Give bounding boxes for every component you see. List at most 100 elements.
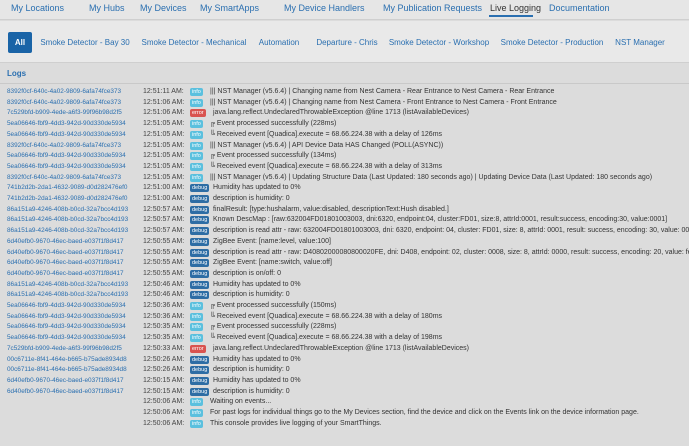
- log-device-id-link[interactable]: 00c6711e-8f41-464e-b665-b75ade8934d8: [7, 355, 127, 365]
- log-timestamp: 12:51:05 AM:: [143, 141, 185, 149]
- log-message: description is read attr - raw: 632004FD…: [213, 227, 689, 235]
- log-device-id-link[interactable]: 86a151a9-4246-408b-b0cd-32a7bcc4d193: [7, 226, 128, 236]
- log-timestamp: 12:50:35 AM:: [143, 334, 185, 342]
- log-timestamp: 12:50:26 AM:: [143, 355, 185, 363]
- log-device-id-link[interactable]: 86a151a9-4246-408b-b0cd-32a7bcc4d193: [7, 215, 128, 225]
- log-device-id-link[interactable]: 7c529bfd-b909-4ede-a6f3-99f96b98d2f5: [7, 344, 122, 354]
- log-level-badge: info: [190, 398, 203, 407]
- log-row: 12:50:06 AM: info Waiting on events...: [0, 397, 689, 407]
- log-device-id-link[interactable]: 00c6711e-8f41-464e-b665-b75ade8934d8: [7, 365, 127, 375]
- log-level-badge: debug: [190, 195, 210, 203]
- log-device-id-link[interactable]: 7c529bfd-b909-4ede-a6f3-99f96b98d2f5: [7, 108, 122, 118]
- log-device-id-link[interactable]: 5ea06646-fbf9-4dd3-942d-90d330de5934: [7, 312, 126, 322]
- log-device-id-link[interactable]: 5ea06646-fbf9-4dd3-942d-90d330de5934: [7, 333, 126, 343]
- log-device-id-link[interactable]: 6d40efb0-9670-46ec-baed-e037f1f8d417: [7, 387, 124, 397]
- log-timestamp: 12:51:06 AM:: [143, 109, 185, 117]
- log-level-badge: info: [190, 98, 203, 107]
- log-message: description is on/off: 0: [213, 269, 281, 277]
- log-device-id-link[interactable]: 8392f0cf-640c-4a02-9809-6afa74fce373: [7, 173, 121, 183]
- log-level-badge: info: [190, 162, 203, 171]
- log-device-id-link[interactable]: 8392f0cf-640c-4a02-9809-6afa74fce373: [7, 98, 121, 108]
- log-timestamp: 12:50:46 AM:: [143, 291, 185, 299]
- log-row: 6d40efb0-9670-46ec-baed-e037f1f8d417 12:5…: [0, 376, 689, 386]
- log-device-id-link[interactable]: 741b2d2b-2da1-4632-9089-d0d282476ef0: [7, 183, 127, 193]
- log-message: ╔ Event processed successfully (228ms): [210, 323, 337, 331]
- log-level-badge: info: [190, 152, 203, 161]
- log-device-id-link[interactable]: 86a151a9-4246-408b-b0cd-32a7bcc4d193: [7, 280, 128, 290]
- log-device-id-link[interactable]: 6d40efb0-9670-46ec-baed-e037f1f8d417: [7, 258, 124, 268]
- log-device-id-link[interactable]: 6d40efb0-9670-46ec-baed-e037f1f8d417: [7, 237, 124, 247]
- log-device-id-link[interactable]: 86a151a9-4246-408b-b0cd-32a7bcc4d193: [7, 205, 128, 215]
- log-device-id-link[interactable]: 5ea06646-fbf9-4dd3-942d-90d330de5934: [7, 162, 126, 172]
- log-message: This console provides live logging of yo…: [210, 419, 382, 427]
- nav-documentation[interactable]: Documentation: [549, 3, 610, 13]
- log-device-id-link[interactable]: 741b2d2b-2da1-4632-9089-d0d282476ef0: [7, 194, 127, 204]
- filter-smoke-detector-bay-30[interactable]: Smoke Detector - Bay 30: [40, 32, 130, 53]
- log-level-badge: debug: [190, 376, 210, 385]
- log-level-badge: debug: [190, 259, 210, 268]
- log-row: 6d40efb0-9670-46ec-baed-e037f1f8d417 12:5…: [0, 269, 689, 279]
- log-message: Humidity has updated to 0%: [213, 355, 301, 363]
- log-level-badge: info: [190, 419, 203, 428]
- log-device-id-link[interactable]: 5ea06646-fbf9-4dd3-942d-90d330de5934: [7, 301, 126, 311]
- nav-my-smartapps[interactable]: My SmartApps: [200, 3, 259, 13]
- filter-all[interactable]: All: [8, 32, 32, 53]
- log-device-id-link[interactable]: 5ea06646-fbf9-4dd3-942d-90d330de5934: [7, 151, 126, 161]
- log-message: java.lang.reflect.UndeclaredThrowableExc…: [213, 109, 469, 117]
- filter-smoke-detector-workshop[interactable]: Smoke Detector - Workshop: [388, 32, 490, 53]
- log-level-badge: info: [190, 409, 203, 417]
- log-device-id-link[interactable]: 86a151a9-4246-408b-b0cd-32a7bcc4d193: [7, 290, 128, 300]
- device-filter-bar: All Smoke Detector - Bay 30 Smoke Detect…: [0, 21, 689, 63]
- log-device-id-link[interactable]: 5ea06646-fbf9-4dd3-942d-90d330de5934: [7, 322, 126, 332]
- log-message: ╔ Event processed successfully (134ms): [210, 152, 337, 160]
- log-level-badge: debug: [190, 216, 210, 225]
- log-level-badge: error: [190, 344, 206, 353]
- log-timestamp: 12:51:05 AM:: [143, 173, 185, 181]
- log-timestamp: 12:50:33 AM:: [143, 344, 185, 352]
- logs-title: Logs: [7, 69, 27, 78]
- nav-my-locations[interactable]: My Locations: [11, 3, 64, 13]
- log-message: description is humidity: 0: [213, 366, 290, 374]
- log-device-id-link[interactable]: 6d40efb0-9670-46ec-baed-e037f1f8d417: [7, 269, 124, 279]
- nav-my-hubs[interactable]: My Hubs: [89, 3, 125, 13]
- log-row: 8392f0cf-640c-4a02-9809-6afa74fce373 12:5…: [0, 141, 689, 151]
- log-row: 8392f0cf-640c-4a02-9809-6afa74fce373 12:5…: [0, 98, 689, 108]
- nav-my-devices[interactable]: My Devices: [140, 3, 187, 13]
- log-row: 5ea06646-fbf9-4dd3-942d-90d330de5934 12:5…: [0, 130, 689, 140]
- log-row: 5ea06646-fbf9-4dd3-942d-90d330de5934 12:5…: [0, 151, 689, 161]
- log-timestamp: 12:50:57 AM:: [143, 205, 185, 213]
- log-timestamp: 12:50:06 AM:: [143, 398, 185, 406]
- log-row: 5ea06646-fbf9-4dd3-942d-90d330de5934 12:5…: [0, 301, 689, 311]
- log-row: 5ea06646-fbf9-4dd3-942d-90d330de5934 12:5…: [0, 312, 689, 322]
- log-row: 741b2d2b-2da1-4632-9089-d0d282476ef0 12:5…: [0, 183, 689, 193]
- log-device-id-link[interactable]: 8392f0cf-640c-4a02-9809-6afa74fce373: [7, 141, 121, 151]
- filter-smoke-detector-production[interactable]: Smoke Detector - Production: [498, 32, 606, 53]
- nav-my-device-handlers[interactable]: My Device Handlers: [284, 3, 365, 13]
- filter-nst-manager[interactable]: NST Manager: [612, 32, 668, 53]
- log-device-id-link[interactable]: 5ea06646-fbf9-4dd3-942d-90d330de5934: [7, 130, 126, 140]
- log-timestamp: 12:51:00 AM:: [143, 195, 185, 202]
- filter-automation[interactable]: Automation: [254, 32, 304, 53]
- log-row: 5ea06646-fbf9-4dd3-942d-90d330de5934 12:5…: [0, 119, 689, 129]
- log-list[interactable]: 8392f0cf-640c-4a02-9809-6afa74fce373 12:5…: [0, 86, 689, 446]
- log-message: description is humidity: 0: [213, 195, 290, 202]
- log-timestamp: 12:50:55 AM:: [143, 237, 185, 245]
- log-device-id-link[interactable]: 6d40efb0-9670-46ec-baed-e037f1f8d417: [7, 248, 124, 258]
- log-message: ╚ Received event [Quadica].execute = 68.…: [210, 162, 443, 170]
- log-device-id-link[interactable]: 6d40efb0-9670-46ec-baed-e037f1f8d417: [7, 376, 124, 386]
- log-row: 00c6711e-8f41-464e-b665-b75ade8934d8 12:5…: [0, 355, 689, 365]
- nav-my-publication-requests[interactable]: My Publication Requests: [383, 3, 482, 13]
- nav-live-logging[interactable]: Live Logging: [490, 3, 541, 13]
- log-level-badge: debug: [190, 269, 210, 278]
- log-level-badge: info: [190, 312, 203, 321]
- log-row: 6d40efb0-9670-46ec-baed-e037f1f8d417 12:5…: [0, 248, 689, 258]
- log-device-id-link[interactable]: 8392f0cf-640c-4a02-9809-6afa74fce373: [7, 87, 121, 97]
- log-row: 86a151a9-4246-408b-b0cd-32a7bcc4d193 12:5…: [0, 280, 689, 290]
- log-row: 6d40efb0-9670-46ec-baed-e037f1f8d417 12:5…: [0, 237, 689, 247]
- log-message: ╔ Event processed successfully (150ms): [210, 302, 337, 309]
- log-row: 12:50:06 AM: info This console provides li…: [0, 419, 689, 429]
- log-message: For past logs for individual things go t…: [210, 409, 639, 416]
- filter-smoke-detector-mechanical[interactable]: Smoke Detector - Mechanical: [138, 32, 250, 53]
- filter-departure-chris[interactable]: Departure - Chris: [312, 32, 382, 53]
- log-device-id-link[interactable]: 5ea06646-fbf9-4dd3-942d-90d330de5934: [7, 119, 126, 129]
